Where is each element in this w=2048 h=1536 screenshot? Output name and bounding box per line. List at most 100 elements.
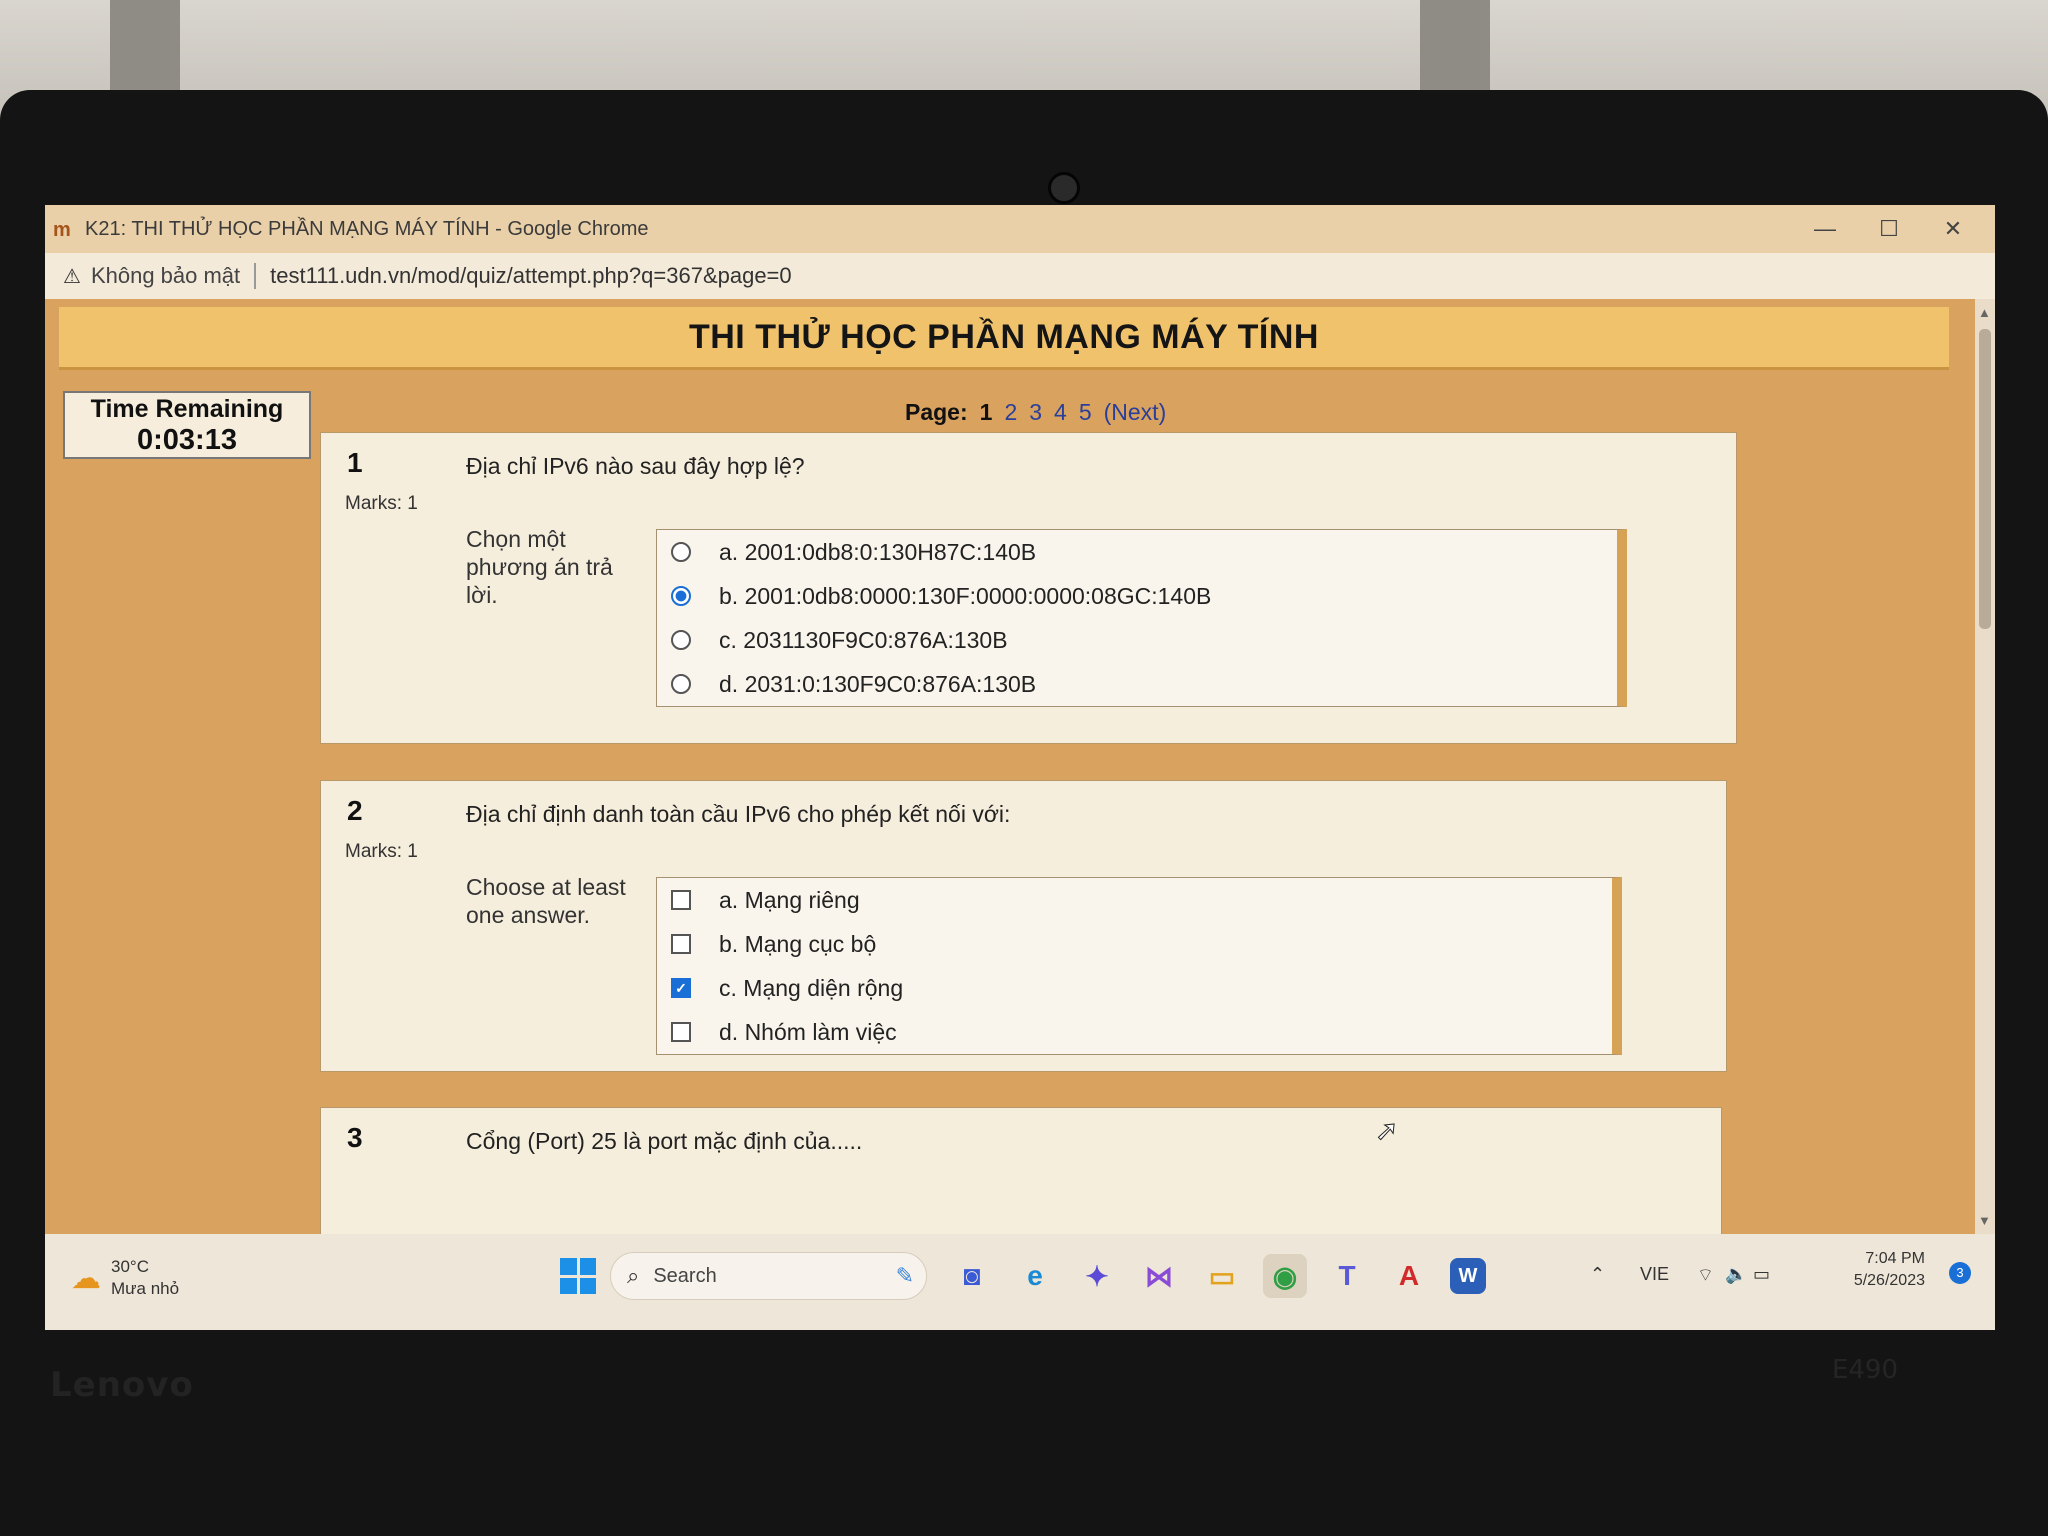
clock-time: 7:04 PM	[1865, 1250, 1925, 1267]
taskbar: ☁ 30°C Mưa nhỏ ⌕ Search ✎ ◙ e ✦ ⋈ ▭ ◉ T …	[45, 1234, 1995, 1330]
question-text: Địa chỉ IPv6 nào sau đây hợp lệ?	[466, 453, 805, 479]
system-clock[interactable]: 7:04 PM 5/26/2023	[1854, 1248, 1925, 1292]
question-number: 2	[347, 795, 363, 826]
vertical-scrollbar[interactable]: ▲ ▼	[1975, 299, 1995, 1234]
weather-condition: Mưa nhỏ	[111, 1279, 180, 1298]
word-icon[interactable]: W	[1450, 1258, 1486, 1294]
answer-option[interactable]: b. 2001:0db8:0000:130F:0000:0000:08GC:14…	[657, 574, 1617, 618]
radio-button[interactable]	[671, 630, 691, 650]
moodle-icon: m	[53, 219, 71, 241]
security-label[interactable]: Không bảo mật	[91, 263, 240, 289]
next-page-link[interactable]: (Next)	[1104, 399, 1167, 426]
page-link-3[interactable]: 3	[1029, 399, 1042, 426]
answer-label[interactable]: c. 2031130F9C0:876A:130B	[719, 627, 1008, 654]
tray-chevron-icon[interactable]: ⌃	[1590, 1264, 1605, 1285]
page-link-4[interactable]: 4	[1054, 399, 1067, 426]
answer-option[interactable]: b. Mạng cục bộ	[657, 922, 1612, 966]
radio-button-selected[interactable]	[671, 586, 691, 606]
pagination: Page: 1 2 3 4 5 (Next)	[905, 399, 1166, 426]
radio-button[interactable]	[671, 542, 691, 562]
address-separator	[254, 263, 257, 289]
page-link-2[interactable]: 2	[1004, 399, 1017, 426]
visual-studio-icon[interactable]: ⋈	[1137, 1254, 1181, 1298]
answer-label[interactable]: a. 2001:0db8:0:130H87C:140B	[719, 539, 1036, 566]
wifi-icon[interactable]: ⌔	[1697, 1264, 1714, 1287]
notification-badge[interactable]: 3	[1949, 1262, 1971, 1284]
question-marks: Marks: 1	[345, 841, 418, 862]
edge-icon[interactable]: e	[1013, 1254, 1057, 1298]
question-number: 1	[347, 447, 363, 478]
checkbox-checked[interactable]: ✓	[671, 978, 691, 998]
window-title: K21: THI THỬ HỌC PHẦN MẠNG MÁY TÍNH - Go…	[85, 217, 649, 240]
warning-icon[interactable]: ⚠	[63, 264, 81, 289]
question-number: 3	[347, 1122, 363, 1153]
weather-icon: ☁	[71, 1261, 101, 1295]
start-button[interactable]	[560, 1258, 596, 1294]
answer-label[interactable]: b. Mạng cục bộ	[719, 931, 876, 958]
page-label: Page:	[905, 399, 968, 425]
taskbar-search[interactable]: ⌕ Search ✎	[610, 1252, 927, 1300]
answer-label[interactable]: b. 2001:0db8:0000:130F:0000:0000:08GC:14…	[719, 583, 1211, 610]
question-2: 2 Marks: 1 Địa chỉ định danh toàn cầu IP…	[320, 780, 1727, 1072]
header-band: THI THỬ HỌC PHẦN MẠNG MÁY TÍNH	[59, 307, 1949, 370]
scroll-up-icon[interactable]: ▲	[1978, 305, 1991, 320]
acrobat-icon[interactable]: A	[1387, 1254, 1431, 1298]
answer-label[interactable]: c. Mạng diện rộng	[719, 975, 903, 1002]
page-content: THI THỬ HỌC PHẦN MẠNG MÁY TÍNH Time Rema…	[45, 299, 1975, 1234]
answer-option[interactable]: c. 2031130F9C0:876A:130B	[657, 618, 1617, 662]
question-text: Cổng (Port) 25 là port mặc định của.....	[466, 1128, 863, 1154]
language-indicator[interactable]: VIE	[1640, 1264, 1669, 1285]
answer-option[interactable]: a. 2001:0db8:0:130H87C:140B	[657, 530, 1617, 574]
page-current: 1	[979, 399, 993, 425]
checkbox[interactable]	[671, 890, 691, 910]
question-1: 1 Marks: 1 Địa chỉ IPv6 nào sau đây hợp …	[320, 432, 1737, 744]
answer-label[interactable]: d. 2031:0:130F9C0:876A:130B	[719, 671, 1036, 698]
search-label: Search	[653, 1264, 717, 1287]
question-text: Địa chỉ định danh toàn cầu IPv6 cho phép…	[466, 801, 1011, 827]
clock-date: 5/26/2023	[1853, 1272, 1925, 1289]
page-link-5[interactable]: 5	[1079, 399, 1092, 426]
answer-list: a. 2001:0db8:0:130H87C:140B b. 2001:0db8…	[656, 529, 1627, 707]
search-icon: ⌕	[627, 1263, 640, 1288]
file-explorer-icon[interactable]: ▭	[1200, 1254, 1244, 1298]
checkbox[interactable]	[671, 1022, 691, 1042]
question-marks: Marks: 1	[345, 493, 418, 514]
question-prompt: Choose at least one answer.	[466, 874, 626, 928]
address-bar[interactable]: ⚠ Không bảo mật test111.udn.vn/mod/quiz/…	[45, 253, 1995, 300]
laptop-brand: Lenovo	[50, 1365, 194, 1405]
window-controls: — ☐ ✕	[1793, 205, 1985, 253]
search-highlight-icon: ✎	[895, 1263, 914, 1288]
close-button[interactable]: ✕	[1921, 205, 1985, 253]
question-prompt: Chọn một phương án trả lời.	[466, 526, 613, 608]
answer-option[interactable]: ✓ c. Mạng diện rộng	[657, 966, 1612, 1010]
answer-label[interactable]: d. Nhóm làm việc	[719, 1019, 897, 1046]
maximize-button[interactable]: ☐	[1857, 205, 1921, 253]
radio-button[interactable]	[671, 674, 691, 694]
window-titlebar[interactable]: m K21: THI THỬ HỌC PHẦN MẠNG MÁY TÍNH - …	[45, 205, 1995, 253]
scroll-thumb[interactable]	[1979, 329, 1991, 629]
webcam	[1048, 172, 1080, 204]
url-field[interactable]: test111.udn.vn/mod/quiz/attempt.php?q=36…	[270, 263, 791, 289]
answer-list: a. Mạng riêng b. Mạng cục bộ ✓ c. Mạng d…	[656, 877, 1622, 1055]
time-remaining-box: Time Remaining 0:03:13	[63, 391, 311, 459]
scroll-down-icon[interactable]: ▼	[1978, 1213, 1991, 1228]
battery-icon[interactable]: ▭	[1753, 1264, 1770, 1285]
start-icon-tile	[560, 1258, 577, 1275]
checkbox[interactable]	[671, 934, 691, 954]
answer-option[interactable]: d. 2031:0:130F9C0:876A:130B	[657, 662, 1617, 706]
chat-app-icon[interactable]: ◙	[950, 1254, 994, 1298]
minimize-button[interactable]: —	[1793, 205, 1857, 253]
weather-widget[interactable]: ☁ 30°C Mưa nhỏ	[71, 1256, 179, 1300]
start-icon-tile	[579, 1277, 596, 1294]
volume-icon[interactable]: 🔈	[1725, 1264, 1747, 1285]
timer-label: Time Remaining	[90, 395, 284, 423]
copilot-icon[interactable]: ✦	[1075, 1254, 1119, 1298]
answer-option[interactable]: d. Nhóm làm việc	[657, 1010, 1612, 1054]
laptop-model: E490	[1831, 1355, 1898, 1385]
timer-value: 0:03:13	[137, 424, 237, 456]
chrome-icon[interactable]: ◉	[1263, 1254, 1307, 1298]
answer-label[interactable]: a. Mạng riêng	[719, 887, 860, 914]
teams-icon[interactable]: T	[1325, 1254, 1369, 1298]
start-icon-tile	[579, 1258, 596, 1275]
answer-option[interactable]: a. Mạng riêng	[657, 878, 1612, 922]
